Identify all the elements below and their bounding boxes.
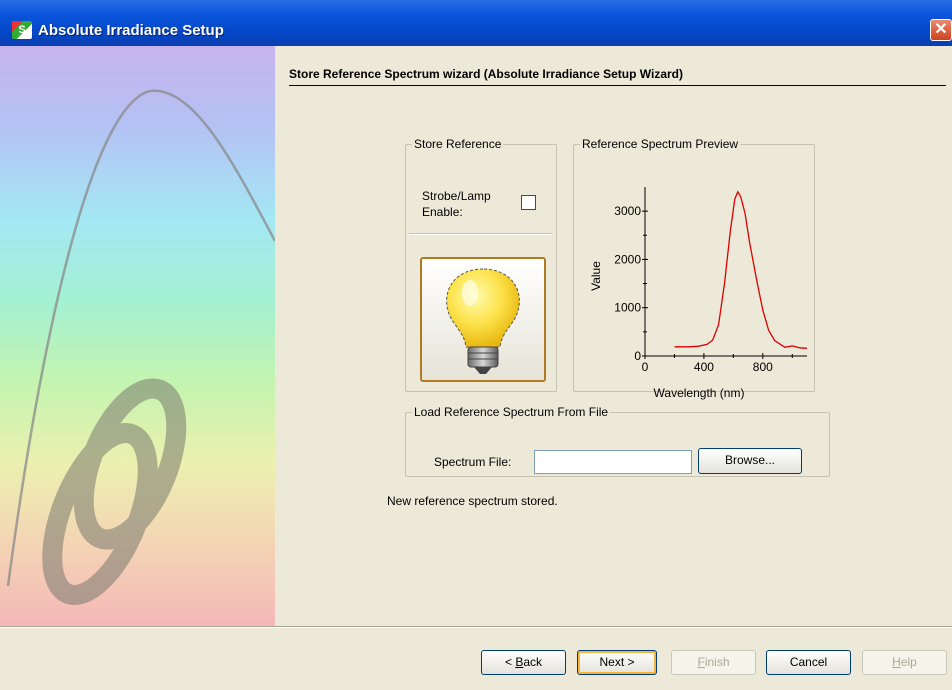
preview-legend: Reference Spectrum Preview: [582, 137, 739, 151]
next-button[interactable]: Next >: [577, 650, 657, 675]
store-reference-legend: Store Reference: [414, 137, 502, 151]
chart-x-axis-label: Wavelength (nm): [654, 386, 745, 400]
chart-y-tick-label: 0: [634, 349, 641, 363]
back-rest: ack: [523, 655, 543, 669]
spectrum-chart: 0 1000 2000 3000 0 400 800 Wavelength (nm) Val…: [589, 187, 808, 400]
store-reference-group: Store Reference Strobe/Lamp Enable:: [405, 137, 557, 392]
wizard-side-image: [0, 46, 275, 626]
chart-y-tick-label: 3000: [614, 204, 641, 218]
browse-button[interactable]: Browse...: [698, 448, 802, 474]
wizard-heading: Store Reference Spectrum wizard (Absolut…: [289, 67, 683, 81]
chart-x-tick-label: 800: [753, 360, 773, 374]
finish-button[interactable]: Finish: [671, 650, 756, 675]
chart-x-tick-label: 400: [694, 360, 714, 374]
button-bar-divider: [0, 626, 952, 628]
back-prefix: <: [504, 655, 516, 669]
strobe-lamp-checkbox[interactable]: [521, 195, 536, 210]
strobe-lamp-label: Strobe/Lamp Enable:: [422, 188, 491, 220]
help-mnemonic: H: [892, 655, 901, 669]
heading-divider: [289, 85, 946, 86]
cancel-button[interactable]: Cancel: [766, 650, 851, 675]
chart-x-tick-label: 0: [642, 360, 649, 374]
store-reference-divider: [409, 233, 553, 235]
light-bulb-icon: [446, 268, 520, 374]
chart-y-tick-label: 1000: [614, 301, 641, 315]
title-bar[interactable]: S Absolute Irradiance Setup ✕: [0, 0, 952, 46]
finish-mnemonic: F: [697, 655, 705, 669]
chart-y-tick-label: 2000: [614, 252, 641, 266]
close-button[interactable]: ✕: [930, 19, 952, 41]
finish-rest: inish: [704, 655, 730, 669]
strobe-label-line1: Strobe/Lamp: [422, 189, 491, 203]
store-reference-button[interactable]: [420, 257, 546, 382]
load-reference-group: Load Reference Spectrum From File Spectr…: [405, 405, 830, 477]
load-reference-legend: Load Reference Spectrum From File: [414, 405, 609, 419]
back-button[interactable]: < Back: [481, 650, 566, 675]
help-rest: elp: [900, 655, 917, 669]
spectrum-file-input[interactable]: [534, 450, 692, 474]
help-button[interactable]: Help: [862, 650, 947, 675]
spectrum-file-label: Spectrum File:: [434, 455, 512, 469]
status-message: New reference spectrum stored.: [387, 494, 558, 508]
reference-spectrum-preview-group: Reference Spectrum Preview 0 1000 2000 3000…: [573, 137, 815, 400]
spectrum-series-line: [674, 190, 808, 349]
app-logo-icon: S: [12, 21, 32, 39]
window-title: Absolute Irradiance Setup: [38, 22, 224, 39]
strobe-label-line2: Enable:: [422, 205, 463, 219]
chart-y-axis-label: Value: [589, 261, 603, 291]
